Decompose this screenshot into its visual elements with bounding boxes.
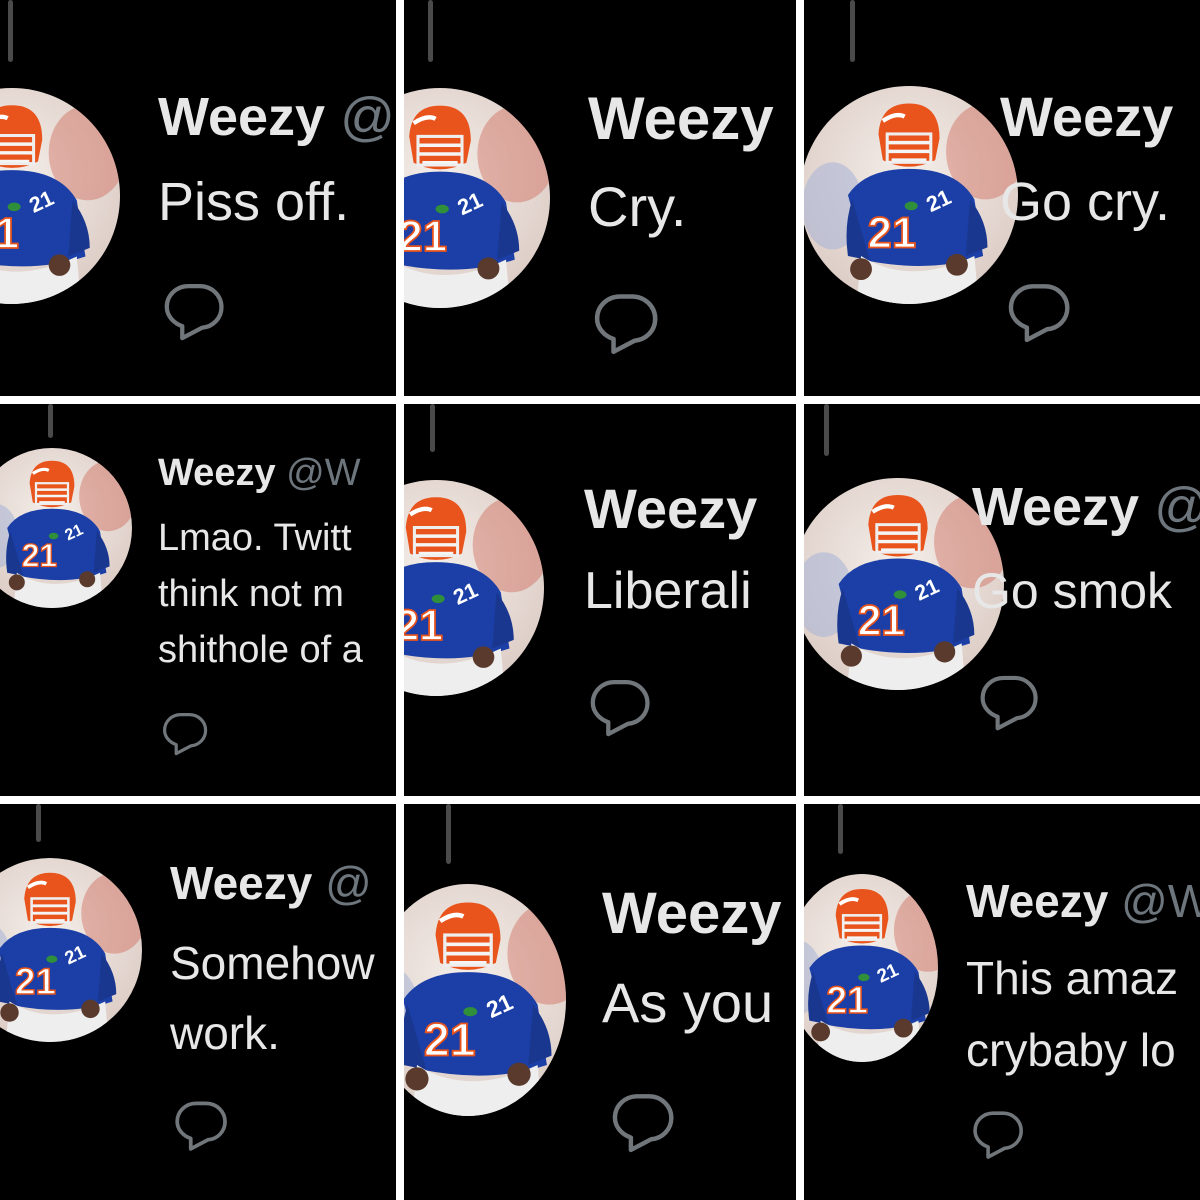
svg-text:21: 21 [404, 212, 447, 261]
display-name[interactable]: Weezy [1000, 84, 1173, 149]
tweet-card[interactable]: 21 21 Weezy @ Go smok [804, 404, 1200, 796]
avatar[interactable]: 21 21 [0, 858, 142, 1042]
avatar[interactable]: 21 21 [404, 884, 566, 1116]
user-handle: @W [286, 452, 361, 494]
thread-line [446, 804, 451, 864]
reply-icon[interactable] [1004, 280, 1074, 346]
reply-icon[interactable] [586, 676, 654, 740]
tweet-collage: 21 21 Weezy @ Piss off. 21 21 Weezy [0, 0, 1200, 1200]
tweet-card[interactable]: 21 21 Weezy @ Piss off. [0, 0, 396, 396]
display-name[interactable]: Weezy @W [966, 874, 1200, 928]
svg-text:21: 21 [826, 979, 868, 1021]
user-handle: @ [1154, 477, 1200, 537]
reply-icon[interactable] [590, 290, 662, 358]
tweet-text: Somehow work. [170, 937, 375, 1059]
avatar[interactable]: 21 21 [0, 448, 132, 608]
user-handle: @ [340, 87, 395, 147]
tweet-card[interactable]: 21 21 Weezy @W Lmao. Twitt think not m s… [0, 404, 396, 796]
thread-line [430, 404, 435, 452]
avatar[interactable]: 21 21 [804, 874, 938, 1062]
reply-icon[interactable] [970, 1108, 1026, 1162]
svg-text:21: 21 [424, 1014, 476, 1066]
tweet-text: Piss off. [158, 172, 350, 232]
tweet-text: Go cry. [1000, 172, 1171, 232]
reply-icon[interactable] [608, 1090, 678, 1156]
tweet-text: As you [602, 971, 774, 1034]
reply-icon[interactable] [160, 280, 228, 344]
svg-text:21: 21 [15, 961, 56, 1002]
display-name[interactable]: Weezy [588, 84, 774, 153]
display-name[interactable]: Weezy [584, 476, 757, 541]
svg-text:21: 21 [868, 209, 917, 257]
display-name[interactable]: Weezy @ [972, 476, 1200, 538]
tweet-card[interactable]: 21 21 Weezy As you [404, 804, 796, 1200]
svg-text:21: 21 [858, 597, 905, 644]
avatar[interactable]: 21 21 [0, 88, 120, 304]
avatar[interactable]: 21 21 [804, 86, 1018, 304]
thread-line [428, 0, 433, 62]
reply-icon[interactable] [160, 710, 210, 758]
tweet-card[interactable]: 21 21 Weezy @ Somehow work. [0, 804, 396, 1200]
display-name[interactable]: Weezy [602, 880, 781, 947]
svg-text:21: 21 [404, 602, 443, 650]
avatar[interactable]: 21 21 [404, 480, 544, 696]
user-handle: @ [325, 857, 372, 909]
tweet-card[interactable]: 21 21 Weezy @W This amaz crybaby lo [804, 804, 1200, 1200]
tweet-text: Go smok [972, 563, 1173, 619]
tweet-card[interactable]: 21 21 Weezy Go cry. [804, 0, 1200, 396]
tweet-text: Cry. [588, 175, 687, 238]
tweet-card[interactable]: 21 21 Weezy Cry. [404, 0, 796, 396]
display-name[interactable]: Weezy @ [158, 86, 395, 148]
thread-line [8, 0, 13, 62]
svg-text:21: 21 [22, 537, 58, 573]
reply-icon[interactable] [976, 672, 1042, 734]
thread-line [36, 804, 41, 842]
tweet-text: Lmao. Twitt think not m shithole of a [158, 517, 363, 671]
thread-line [838, 804, 843, 854]
user-handle: @W [1121, 875, 1200, 927]
svg-text:21: 21 [0, 210, 19, 258]
tweet-text: This amaz crybaby lo [966, 952, 1179, 1076]
reply-icon[interactable] [172, 1098, 230, 1154]
thread-line [850, 0, 855, 62]
tweet-card[interactable]: 21 21 Weezy Liberali [404, 404, 796, 796]
display-name[interactable]: Weezy @ [170, 856, 372, 910]
avatar[interactable]: 21 21 [404, 88, 550, 308]
tweet-text: Liberali [584, 562, 752, 620]
thread-line [48, 404, 53, 438]
display-name[interactable]: Weezy @W [158, 452, 361, 495]
thread-line [824, 404, 829, 456]
